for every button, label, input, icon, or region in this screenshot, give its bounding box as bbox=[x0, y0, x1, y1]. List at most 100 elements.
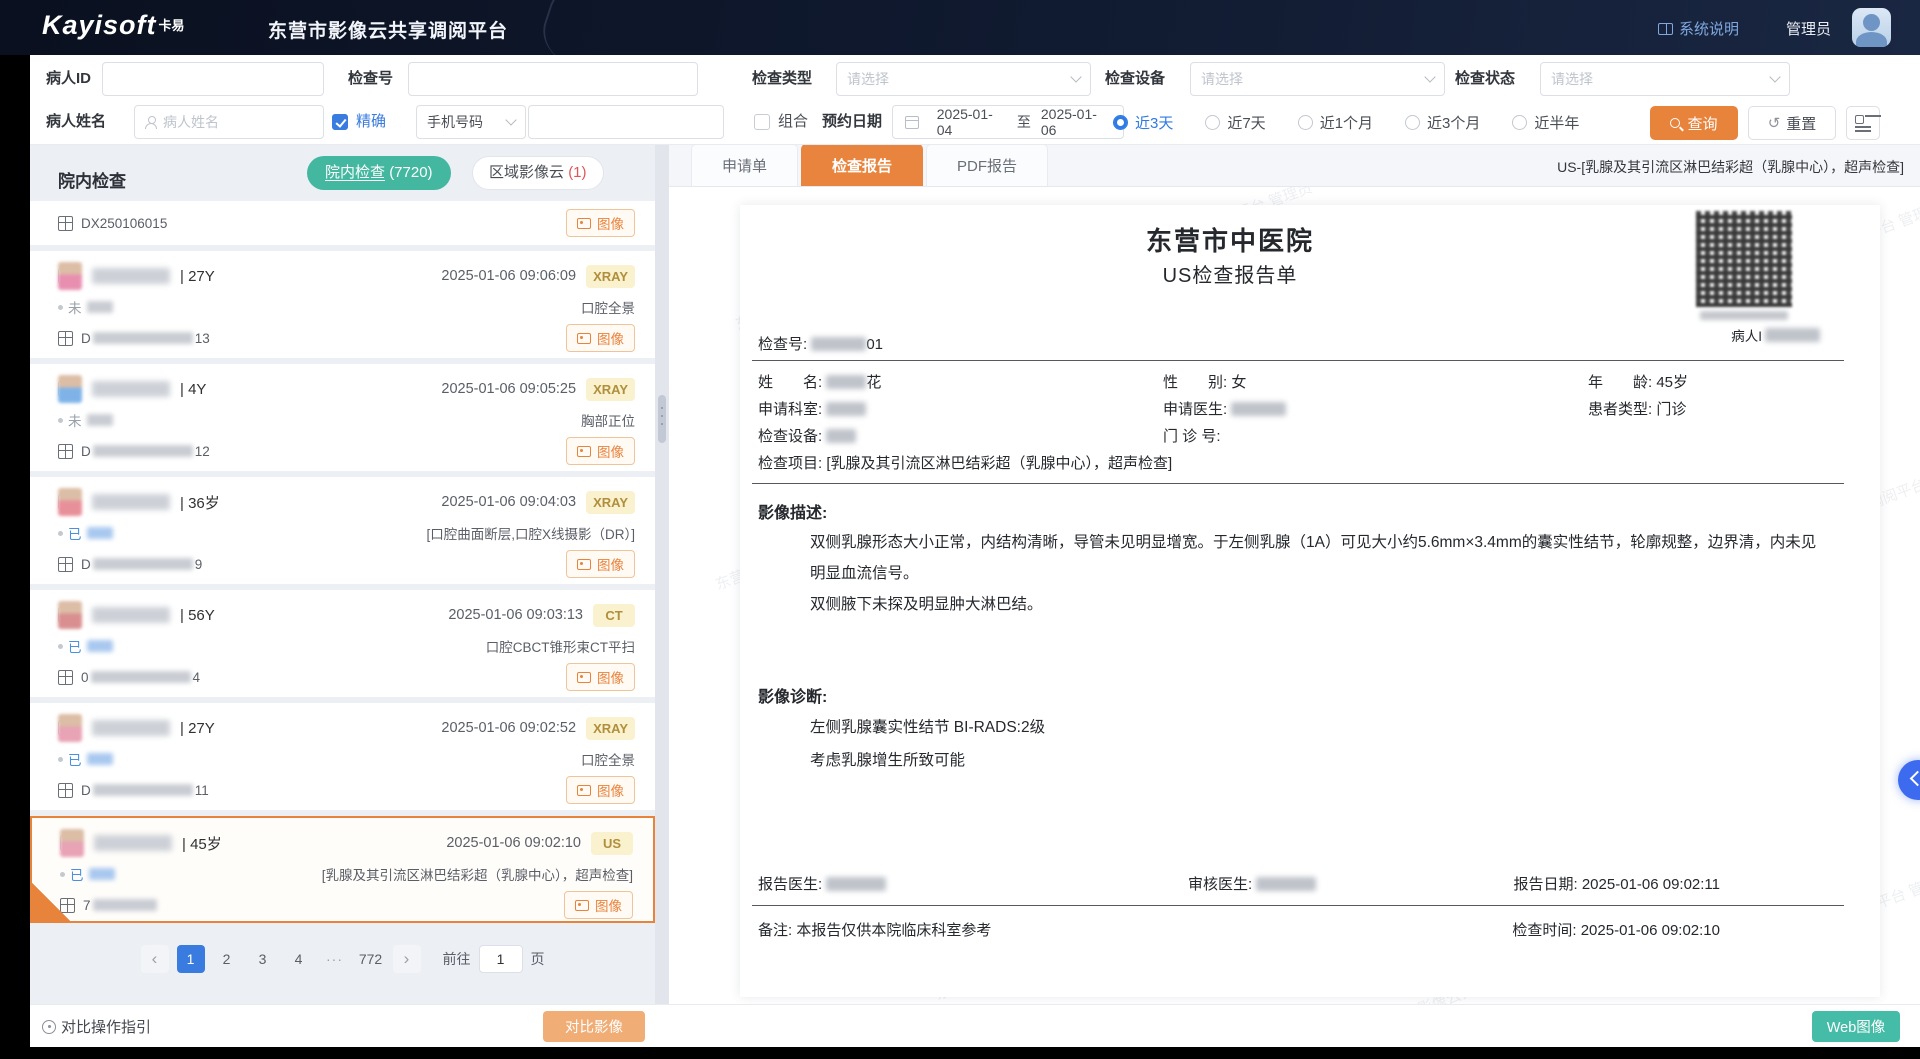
prev-page-button[interactable]: ‹ bbox=[141, 945, 169, 973]
view-toggle-button[interactable] bbox=[1846, 106, 1880, 140]
redacted-text bbox=[87, 527, 113, 539]
radio-icon bbox=[1113, 115, 1128, 130]
device-select[interactable]: 请选择 bbox=[1190, 62, 1445, 96]
read-status: 未 bbox=[58, 297, 113, 317]
read-status: 已 bbox=[58, 636, 113, 656]
read-status: 已 bbox=[58, 749, 113, 769]
field-row-1: 姓 名: 花 性 别: 女 年 龄: 45岁 bbox=[758, 371, 1840, 392]
tab-region-cloud[interactable]: 区域影像云 (1) bbox=[472, 156, 604, 190]
date-separator: 至 bbox=[1017, 112, 1031, 132]
redacted-text bbox=[87, 753, 113, 765]
status-select[interactable]: 请选择 bbox=[1540, 62, 1790, 96]
name-label: 姓 名: bbox=[758, 374, 822, 391]
web-image-button[interactable]: Web图像 bbox=[1812, 1011, 1900, 1042]
search-label: 查询 bbox=[1687, 113, 1717, 134]
quick-range-option[interactable]: 近7天 bbox=[1205, 112, 1265, 133]
image-icon bbox=[577, 333, 591, 344]
book-icon bbox=[1658, 23, 1673, 35]
image-button[interactable]: 图像 bbox=[564, 891, 633, 919]
tab-application-form[interactable]: 申请单 bbox=[691, 145, 798, 186]
study-id-suffix: 12 bbox=[195, 444, 210, 459]
qr-code bbox=[1696, 211, 1792, 307]
exam-description: [口腔曲面断层,口腔X线摄影（DR）] bbox=[426, 523, 635, 543]
quick-range-option[interactable]: 近3天 bbox=[1113, 112, 1173, 133]
patient-id-input[interactable] bbox=[102, 62, 324, 96]
quick-range-label: 近半年 bbox=[1534, 112, 1579, 133]
image-button[interactable]: 图像 bbox=[566, 663, 635, 691]
patient-age: | 4Y bbox=[180, 381, 206, 398]
compare-images-button[interactable]: 对比影像 bbox=[543, 1011, 645, 1042]
phone-select[interactable]: 手机号码 bbox=[416, 105, 526, 139]
exam-type-label: 检查类型 bbox=[752, 62, 812, 96]
exam-type-select[interactable]: 请选择 bbox=[836, 62, 1091, 96]
exam-list-item[interactable]: | 45岁 2025-01-06 09:02:10 US 已 [乳腺及其引流区淋… bbox=[30, 816, 655, 923]
quick-range-label: 近3天 bbox=[1135, 112, 1173, 133]
exam-list-item[interactable]: | 27Y 2025-01-06 09:02:52 XRAY 已 口腔全景 D1… bbox=[30, 703, 655, 810]
person-icon bbox=[145, 116, 157, 128]
exam-list-item-partial[interactable]: DX250106015 图像 bbox=[30, 201, 655, 245]
image-button[interactable]: 图像 bbox=[566, 550, 635, 578]
patient-age: | 27Y bbox=[180, 268, 215, 285]
system-help-link[interactable]: 系统说明 bbox=[1658, 18, 1739, 39]
exam-list-item[interactable]: | 4Y 2025-01-06 09:05:25 XRAY 未 胸部正位 D12… bbox=[30, 364, 655, 471]
outpatient-no-label: 门 诊 号: bbox=[1163, 428, 1221, 445]
user-avatar[interactable] bbox=[1852, 8, 1891, 47]
report-document: 东营市中医院 US检查报告单 病人I 检查号: 01 姓 名: 花 性 别: 女… bbox=[740, 205, 1880, 997]
image-button-label: 图像 bbox=[597, 780, 624, 800]
image-button[interactable]: 图像 bbox=[566, 776, 635, 804]
combo-checkbox[interactable] bbox=[754, 114, 770, 130]
exam-list-item[interactable]: | 27Y 2025-01-06 09:06:09 XRAY 未 口腔全景 D1… bbox=[30, 251, 655, 358]
exam-time-label: 检查时间: bbox=[1512, 922, 1576, 939]
patient-age: | 56Y bbox=[180, 607, 215, 624]
patient-name-redacted bbox=[92, 607, 170, 623]
divider-handle[interactable] bbox=[658, 395, 666, 443]
page-button[interactable]: 4 bbox=[285, 945, 313, 973]
patient-name-input[interactable]: 病人姓名 bbox=[134, 105, 324, 139]
exam-list-item[interactable]: | 56Y 2025-01-06 09:03:13 CT 已 口腔CBCT锥形束… bbox=[30, 590, 655, 697]
search-button[interactable]: 查询 bbox=[1650, 106, 1738, 140]
exam-list-item[interactable]: | 36岁 2025-01-06 09:04:03 XRAY 已 [口腔曲面断层… bbox=[30, 477, 655, 584]
image-button[interactable]: 图像 bbox=[566, 437, 635, 465]
compare-guide-link[interactable]: 对比操作指引 bbox=[42, 1016, 151, 1037]
redacted-text bbox=[93, 445, 193, 457]
avatar-body bbox=[1856, 32, 1887, 47]
app-root: Kayisoft卡易 东营市影像云共享调阅平台 系统说明 管理员 病人ID 检查… bbox=[0, 0, 1920, 1059]
tab-pdf-report[interactable]: PDF报告 bbox=[926, 145, 1048, 186]
page-button[interactable]: 3 bbox=[249, 945, 277, 973]
modality-badge: CT bbox=[593, 604, 635, 627]
qr-caption: 病人I bbox=[1731, 325, 1820, 345]
patient-type-value: 门诊 bbox=[1656, 401, 1686, 418]
study-id: D9 bbox=[81, 557, 202, 572]
date-range-input[interactable]: 2025-01-04 至 2025-01-06 bbox=[892, 105, 1124, 139]
gender-label: 性 别: bbox=[1163, 374, 1227, 391]
left-black-strip bbox=[0, 55, 30, 1059]
exact-checkbox[interactable] bbox=[332, 114, 348, 130]
panel-divider[interactable] bbox=[655, 145, 669, 1004]
quick-range-label: 近3个月 bbox=[1427, 112, 1480, 133]
quick-range-option[interactable]: 近1个月 bbox=[1298, 112, 1373, 133]
image-button-label: 图像 bbox=[597, 667, 624, 687]
gender-value: 女 bbox=[1231, 374, 1246, 391]
quick-range-option[interactable]: 近半年 bbox=[1512, 112, 1579, 133]
image-button-label: 图像 bbox=[597, 554, 624, 574]
reset-button[interactable]: ↺重置 bbox=[1748, 106, 1836, 140]
page-button[interactable]: 1 bbox=[177, 945, 205, 973]
description-body: 双侧乳腺形态大小正常，内结构清晰，导管未见明显增宽。于左侧乳腺（1A）可见大小约… bbox=[810, 527, 1825, 620]
exam-no-input[interactable] bbox=[408, 62, 698, 96]
patient-id-label: 病人ID bbox=[46, 62, 91, 96]
quick-range-option[interactable]: 近3个月 bbox=[1405, 112, 1480, 133]
page-button[interactable]: 2 bbox=[213, 945, 241, 973]
tab-inhospital[interactable]: 院内检查 (7720) bbox=[307, 156, 451, 190]
next-page-button[interactable]: › bbox=[393, 945, 421, 973]
redacted-text bbox=[93, 332, 193, 344]
quick-range-group: 近3天 近7天 近1个月 近3个月 近半年 bbox=[1113, 112, 1579, 133]
tab-exam-report[interactable]: 检查报告 bbox=[801, 145, 923, 186]
date-to: 2025-01-06 bbox=[1041, 106, 1111, 138]
page-button[interactable]: 772 bbox=[357, 945, 385, 973]
search-icon bbox=[1670, 118, 1680, 128]
image-button[interactable]: 图像 bbox=[566, 209, 635, 237]
goto-page-input[interactable] bbox=[479, 945, 523, 973]
image-button[interactable]: 图像 bbox=[566, 324, 635, 352]
redacted-text bbox=[87, 414, 113, 426]
phone-input[interactable] bbox=[528, 105, 724, 139]
